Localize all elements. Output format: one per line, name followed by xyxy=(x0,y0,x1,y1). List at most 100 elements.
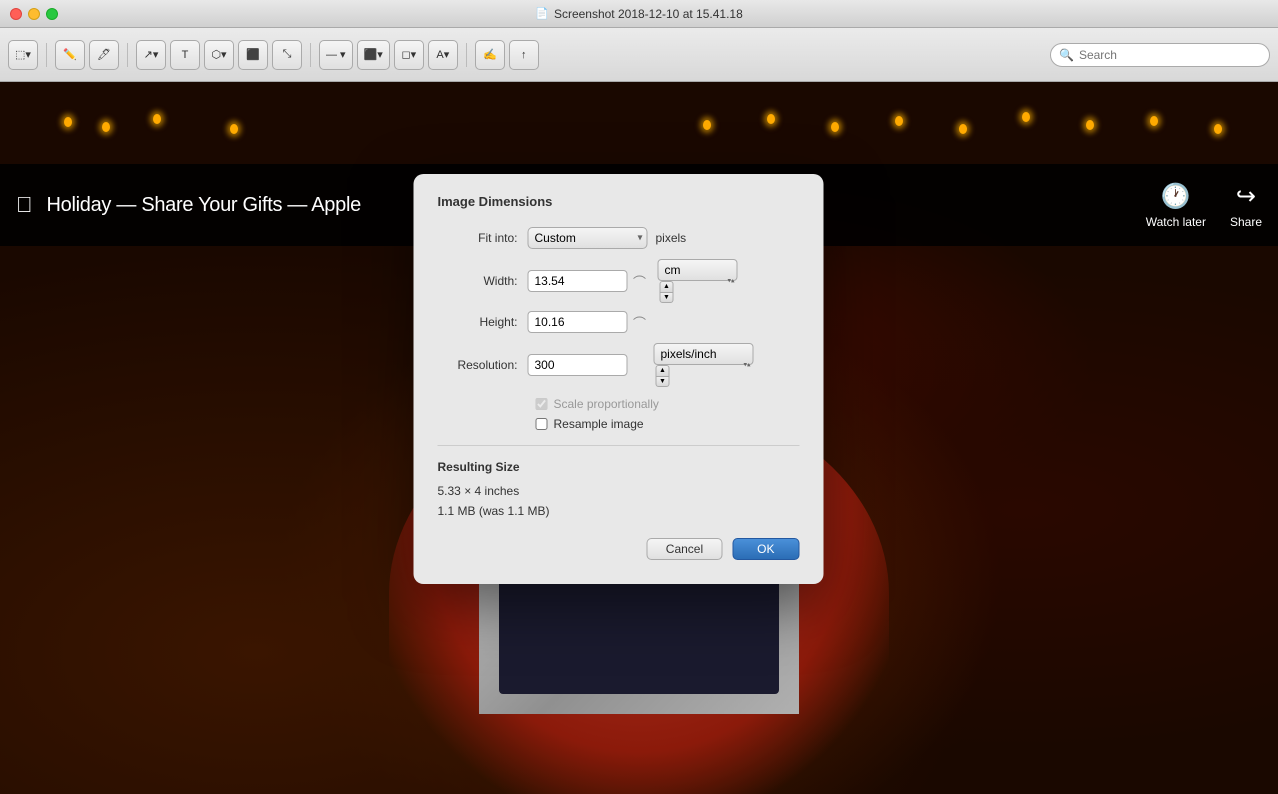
pencil-button[interactable]: ✏️ xyxy=(55,40,85,70)
light-dot xyxy=(230,124,238,134)
toolbar: ⬚▾ ✏️ 🖊 ↗▾ T ⬡▾ ⬛ ⤡ — ▾ ⬛▾ ◻▾ A▾ ✍ ↑ 🔍 xyxy=(0,28,1278,82)
fit-into-label: Fit into: xyxy=(438,231,528,245)
ok-button[interactable]: OK xyxy=(732,538,799,560)
sign-button[interactable]: ✍ xyxy=(475,40,505,70)
resolution-row: Resolution: pixels/inch pixels/cm ▲ ▼ xyxy=(438,343,800,387)
dialog-body: Image Dimensions Fit into: Custom pixels xyxy=(414,174,824,584)
resample-label: Resample image xyxy=(554,417,644,431)
light-dot xyxy=(1086,120,1094,130)
light-dot xyxy=(1022,112,1030,122)
step-up-button[interactable]: ▲ xyxy=(660,281,674,292)
image-dimensions-dialog: Image Dimensions Fit into: Custom pixels xyxy=(414,174,824,584)
font-button[interactable]: A▾ xyxy=(428,40,458,70)
maximize-button[interactable] xyxy=(46,8,58,20)
resolution-stepper[interactable]: ▲ ▼ xyxy=(656,365,754,387)
background-area:  Holiday — Share Your Gifts — Apple 🕐 W… xyxy=(0,82,1278,794)
crop-button[interactable]: ⤡ xyxy=(272,40,302,70)
fill-color-button[interactable]: ◻▾ xyxy=(394,40,424,70)
height-input[interactable] xyxy=(528,311,628,333)
toolbar-separator-2 xyxy=(127,43,128,67)
unit-select[interactable]: cm inches pixels mm xyxy=(658,259,738,281)
width-label: Width: xyxy=(438,274,528,288)
chain-top-icon: ⌒ xyxy=(630,272,650,291)
height-label: Height: xyxy=(438,315,528,329)
light-dot xyxy=(959,124,967,134)
mask-button[interactable]: ⬛ xyxy=(238,40,268,70)
fit-into-select[interactable]: Custom xyxy=(528,227,648,249)
light-dot xyxy=(153,114,161,124)
resulting-size-title: Resulting Size xyxy=(438,460,800,474)
traffic-lights xyxy=(10,8,58,20)
resolution-unit-wrapper: pixels/inch pixels/cm ▲ ▼ xyxy=(654,343,754,387)
close-button[interactable] xyxy=(10,8,22,20)
toolbar-separator-4 xyxy=(466,43,467,67)
window-title: 📄 Screenshot 2018-12-10 at 15.41.18 xyxy=(535,7,743,21)
light-dot xyxy=(64,117,72,127)
resolution-unit-select[interactable]: pixels/inch pixels/cm xyxy=(654,343,754,365)
fit-into-row: Fit into: Custom pixels xyxy=(438,227,800,249)
modal-overlay: Image Dimensions Fit into: Custom pixels xyxy=(0,164,1278,794)
resample-row: Resample image xyxy=(536,417,800,431)
shape-button[interactable]: ⬡▾ xyxy=(204,40,234,70)
step-down-button[interactable]: ▼ xyxy=(660,292,674,304)
minimize-button[interactable] xyxy=(28,8,40,20)
pencil-icon: ✏️ xyxy=(63,48,77,61)
text-button[interactable]: T xyxy=(170,40,200,70)
stroke-color-button[interactable]: ⬛▾ xyxy=(357,40,390,70)
cancel-button[interactable]: Cancel xyxy=(647,538,722,560)
fit-into-unit: pixels xyxy=(656,231,687,245)
title-bar: 📄 Screenshot 2018-12-10 at 15.41.18 xyxy=(0,0,1278,28)
scale-proportionally-row: Scale proportionally xyxy=(536,397,800,411)
document-icon: 📄 xyxy=(535,7,549,20)
scale-proportionally-checkbox[interactable] xyxy=(536,398,548,410)
search-input[interactable] xyxy=(1079,48,1261,62)
rect-select-icon: ⬚▾ xyxy=(15,48,31,61)
search-bar[interactable]: 🔍 xyxy=(1050,43,1270,67)
light-dot xyxy=(831,122,839,132)
chain-bottom-icon: ⌒ xyxy=(630,313,650,332)
arrow-button[interactable]: ↗▾ xyxy=(136,40,166,70)
string-lights-top xyxy=(0,102,1278,142)
search-icon: 🔍 xyxy=(1059,48,1074,62)
dialog-buttons: Cancel OK xyxy=(438,538,800,560)
unit-select-wrapper: cm inches pixels mm ▲ ▼ xyxy=(658,259,738,303)
arrow-icon: ↗▾ xyxy=(144,48,159,61)
line-style-button[interactable]: — ▾ xyxy=(319,40,353,70)
light-dot xyxy=(895,116,903,126)
text-icon: T xyxy=(182,49,189,61)
resolution-label: Resolution: xyxy=(438,358,528,372)
light-dot xyxy=(1214,124,1222,134)
share-toolbar-button[interactable]: ↑ xyxy=(509,40,539,70)
scale-proportionally-label: Scale proportionally xyxy=(554,397,659,411)
line-style-icon: — ▾ xyxy=(326,48,346,61)
light-dot xyxy=(1150,116,1158,126)
wh-group: Width: ⌒ cm inches pixels mm xyxy=(438,259,800,333)
fit-into-select-wrapper: Custom xyxy=(528,227,648,249)
fill-color-icon: ◻▾ xyxy=(401,48,416,61)
dimension-result: 5.33 × 4 inches xyxy=(438,484,800,498)
sign-icon: ✍ xyxy=(483,48,497,61)
stroke-color-icon: ⬛▾ xyxy=(364,48,383,61)
height-row: Height: ⌒ xyxy=(438,311,800,333)
resolution-step-up[interactable]: ▲ xyxy=(656,365,670,376)
dialog-divider xyxy=(438,445,800,446)
rect-select-button[interactable]: ⬚▾ xyxy=(8,40,38,70)
toolbar-separator-1 xyxy=(46,43,47,67)
resulting-size-section: Resulting Size 5.33 × 4 inches 1.1 MB (w… xyxy=(438,460,800,518)
resample-checkbox[interactable] xyxy=(536,418,548,430)
shape-icon: ⬡▾ xyxy=(211,48,226,61)
width-input[interactable] xyxy=(528,270,628,292)
resolution-input[interactable] xyxy=(528,354,628,376)
pen-button[interactable]: 🖊 xyxy=(89,40,119,70)
dialog-title: Image Dimensions xyxy=(438,194,800,209)
nav-buttons: ⬚▾ xyxy=(8,40,38,70)
unit-stepper[interactable]: ▲ ▼ xyxy=(660,281,738,303)
crop-icon: ⤡ xyxy=(283,48,292,61)
mask-icon: ⬛ xyxy=(246,48,260,61)
light-dot xyxy=(767,114,775,124)
font-icon: A▾ xyxy=(436,48,449,61)
resolution-step-down[interactable]: ▼ xyxy=(656,376,670,388)
toolbar-separator-3 xyxy=(310,43,311,67)
width-row: Width: ⌒ cm inches pixels mm xyxy=(438,259,800,303)
light-dot xyxy=(102,122,110,132)
